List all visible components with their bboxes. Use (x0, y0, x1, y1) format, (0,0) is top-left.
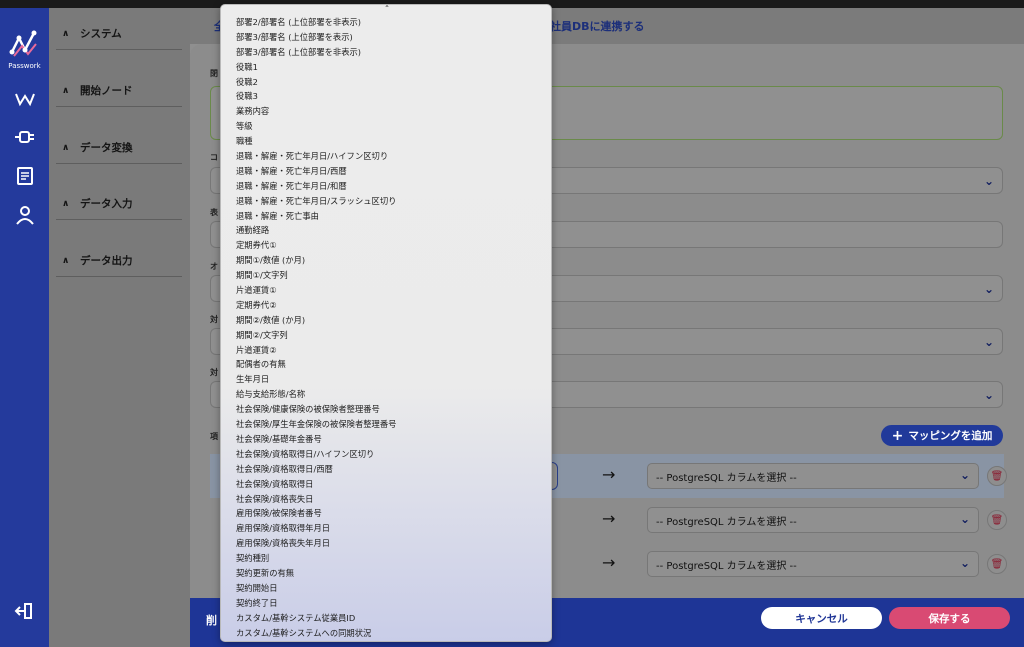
chevron-down-icon: ⌄ (959, 512, 970, 526)
delete-node-button[interactable]: 削 (206, 612, 217, 628)
dropdown-option[interactable]: 社会保険/基礎年金番号 (221, 432, 551, 447)
pg-column-select[interactable]: -- PostgreSQL カラムを選択 -- ⌄ (647, 507, 979, 533)
plug-icon[interactable] (14, 126, 36, 148)
dropdown-option[interactable]: 定期券代① (221, 238, 551, 253)
pg-column-select[interactable]: -- PostgreSQL カラムを選択 -- ⌄ (647, 551, 979, 577)
dropdown-option[interactable]: 退職・解雇・死亡年月日/スラッシュ区切り (221, 194, 551, 209)
dropdown-option[interactable]: 等級 (221, 119, 551, 134)
save-button[interactable]: 保存する (889, 607, 1010, 629)
dropdown-option[interactable]: 社会保険/資格喪失日 (221, 492, 551, 507)
source-field-dropdown: ˆ 部署2/部署名 (上位部署を非表示) 部署3/部署名 (上位部署を表示) 部署3… (220, 4, 552, 642)
dropdown-option[interactable]: 社会保険/資格取得日/ハイフン区切り (221, 447, 551, 462)
plus-icon: + (891, 427, 904, 444)
nav-item-data-output[interactable]: ∧ データ出力 (56, 245, 182, 277)
chevron-up-icon: ∧ (62, 142, 70, 153)
dropdown-option[interactable]: 契約更新の有無 (221, 566, 551, 581)
arrow-right-icon: → (602, 465, 616, 484)
dropdown-option[interactable]: 契約開始日 (221, 581, 551, 596)
dropdown-option[interactable]: 部署2/部署名 (上位部署を非表示) (221, 15, 551, 30)
field-label: 項 (210, 432, 218, 441)
chevron-up-icon: ∧ (62, 28, 70, 39)
arrow-right-icon: → (602, 509, 616, 528)
trash-icon[interactable]: 🗑 (987, 510, 1007, 530)
cancel-button[interactable]: キャンセル (761, 607, 882, 629)
trash-icon[interactable]: 🗑 (987, 466, 1007, 486)
dropdown-option[interactable]: カスタム/基幹システム従業員ID (221, 611, 551, 626)
add-mapping-button[interactable]: + マッピングを追加 (881, 425, 1003, 446)
dropdown-option[interactable]: 契約種別 (221, 551, 551, 566)
nav-item-data-input[interactable]: ∧ データ入力 (56, 188, 182, 220)
dropdown-option[interactable]: 雇用保険/資格取得年月日 (221, 521, 551, 536)
pg-column-select[interactable]: -- PostgreSQL カラムを選択 -- ⌄ (647, 463, 979, 489)
logout-icon[interactable] (14, 600, 36, 622)
user-icon[interactable] (14, 204, 36, 226)
nav-item-system[interactable]: ∧ システム (56, 18, 182, 50)
workflow-icon[interactable] (14, 88, 36, 110)
field-label: オ (210, 262, 218, 271)
dropdown-option[interactable]: 役職2 (221, 75, 551, 90)
dropdown-option[interactable]: 退職・解雇・死亡年月日/ハイフン区切り (221, 149, 551, 164)
field-label: 閉 (210, 69, 218, 78)
dropdown-option[interactable]: 雇用保険/被保険者番号 (221, 506, 551, 521)
dropdown-option[interactable]: 部署3/部署名 (上位部署を非表示) (221, 45, 551, 60)
dropdown-option[interactable]: 社会保険/資格取得日 (221, 477, 551, 492)
dropdown-option[interactable]: 職種 (221, 134, 551, 149)
dropdown-option[interactable]: 期間②/数値 (か月) (221, 313, 551, 328)
field-label: コ (210, 153, 218, 162)
dropdown-options: 部署2/部署名 (上位部署を非表示) 部署3/部署名 (上位部署を表示) 部署3/部… (221, 15, 551, 641)
field-label: 対 (210, 368, 218, 377)
dropdown-option[interactable]: 期間①/数値 (か月) (221, 253, 551, 268)
dropdown-option[interactable]: 社会保険/資格取得日/西暦 (221, 462, 551, 477)
chevron-up-icon: ∧ (62, 255, 70, 266)
dropdown-option[interactable]: 退職・解雇・死亡年月日/和暦 (221, 179, 551, 194)
dropdown-option[interactable]: カスタム/基幹システムへの同期状況 (221, 626, 551, 641)
chevron-down-icon: ⌄ (959, 556, 970, 570)
chevron-up-icon: ∧ (62, 198, 70, 209)
dropdown-option[interactable]: 部署3/部署名 (上位部署を表示) (221, 30, 551, 45)
header-link-sync[interactable]: 社員DBに連携する (550, 18, 645, 34)
dropdown-option[interactable]: 片道運賃② (221, 343, 551, 358)
dropdown-option[interactable]: 退職・解雇・死亡事由 (221, 209, 551, 224)
dropdown-option[interactable]: 片道運賃① (221, 283, 551, 298)
app-logo[interactable]: Passwork (6, 28, 43, 76)
dropdown-option[interactable]: 業務内容 (221, 104, 551, 119)
dropdown-option[interactable]: 役職3 (221, 89, 551, 104)
app-name: Passwork (8, 62, 41, 70)
dropdown-option[interactable]: 期間②/文字列 (221, 328, 551, 343)
dropdown-option[interactable]: 期間①/文字列 (221, 268, 551, 283)
passwork-logo-icon (9, 30, 37, 57)
field-label: 対 (210, 315, 218, 324)
dropdown-option[interactable]: 定期券代② (221, 298, 551, 313)
dropdown-option[interactable]: 社会保険/厚生年金保険の被保険者整理番号 (221, 417, 551, 432)
chevron-down-icon: ⌄ (983, 334, 994, 349)
document-icon[interactable] (14, 165, 36, 187)
field-label: 表 (210, 208, 218, 217)
dropdown-option[interactable]: 通勤経路 (221, 223, 551, 238)
node-category-nav: ∧ システム ∧ 開始ノード ∧ データ変換 ∧ データ入力 ∧ データ出力 (49, 8, 190, 647)
arrow-right-icon: → (602, 553, 616, 572)
trash-icon[interactable]: 🗑 (987, 554, 1007, 574)
chevron-down-icon: ⌄ (983, 173, 994, 188)
icon-rail: Passwork (0, 8, 49, 647)
nav-item-start-node[interactable]: ∧ 開始ノード (56, 75, 182, 107)
dropdown-option[interactable]: 退職・解雇・死亡年月日/西暦 (221, 164, 551, 179)
dropdown-option[interactable]: 生年月日 (221, 372, 551, 387)
nav-item-data-transform[interactable]: ∧ データ変換 (56, 132, 182, 164)
chevron-up-icon: ∧ (62, 85, 70, 96)
dropdown-option[interactable]: 配偶者の有無 (221, 357, 551, 372)
dropdown-option[interactable]: 社会保険/健康保険の被保険者整理番号 (221, 402, 551, 417)
chevron-down-icon: ⌄ (983, 387, 994, 402)
dropdown-option[interactable]: 雇用保険/資格喪失年月日 (221, 536, 551, 551)
chevron-down-icon: ⌄ (959, 468, 970, 482)
dropdown-option[interactable]: 給与支給形態/名称 (221, 387, 551, 402)
dropdown-option[interactable]: 役職1 (221, 60, 551, 75)
chevron-down-icon: ⌄ (983, 281, 994, 296)
dropdown-option[interactable]: 契約終了日 (221, 596, 551, 611)
